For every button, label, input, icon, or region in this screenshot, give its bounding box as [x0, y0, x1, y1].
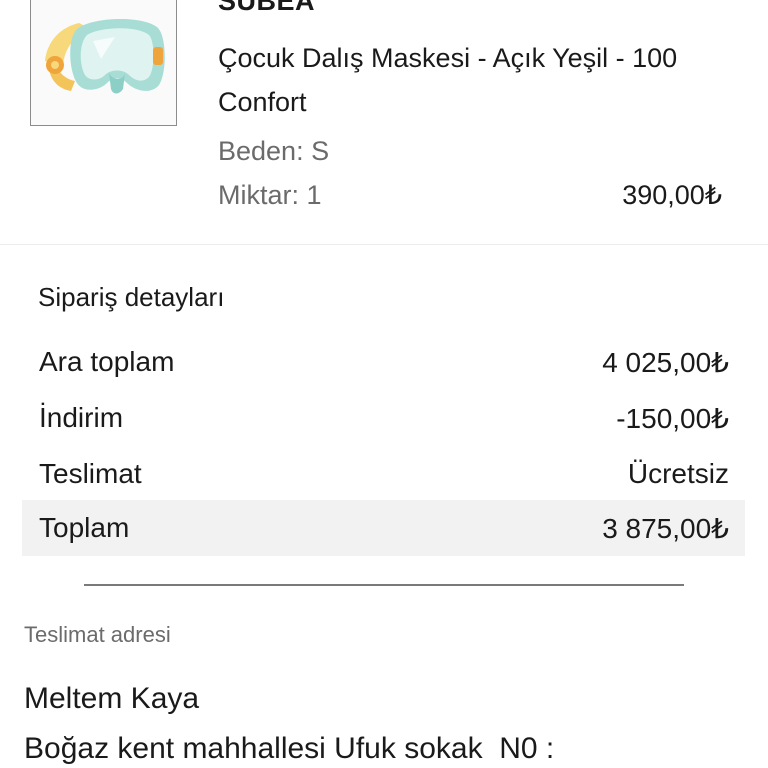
- product-thumbnail[interactable]: [30, 0, 177, 126]
- delivery-row: Teslimat Ücretsiz: [22, 446, 745, 502]
- delivery-value: Ücretsiz: [627, 458, 729, 489]
- diving-mask-image: [45, 18, 165, 94]
- product-price: 390,00₺: [622, 180, 722, 210]
- product-name[interactable]: Çocuk Dalış Maskesi - Açık Yeşil - 100 C…: [218, 36, 748, 124]
- section-divider: [84, 584, 684, 586]
- product-brand: SUBEA: [218, 0, 316, 16]
- product-quantity: Miktar: 1: [218, 180, 322, 210]
- order-summary-page: SUBEA Çocuk Dalış Maskesi - Açık Yeşil -…: [0, 0, 768, 768]
- order-details-title: Sipariş detayları: [38, 282, 225, 312]
- subtotal-label: Ara toplam: [39, 346, 175, 377]
- product-size: Beden: S: [218, 136, 330, 166]
- total-row: Toplam 3 875,00₺: [22, 500, 745, 556]
- total-label: Toplam: [39, 512, 130, 543]
- discount-value: -150,00₺: [616, 403, 729, 434]
- subtotal-value: 4 025,00₺: [602, 347, 729, 378]
- delivery-label: Teslimat: [39, 458, 142, 489]
- shipping-address-title: Teslimat adresi: [24, 622, 171, 647]
- discount-row: İndirim -150,00₺: [22, 390, 745, 446]
- order-item: SUBEA Çocuk Dalış Maskesi - Açık Yeşil -…: [0, 0, 768, 245]
- discount-label: İndirim: [39, 402, 124, 433]
- subtotal-row: Ara toplam 4 025,00₺: [22, 334, 745, 390]
- recipient-name: Meltem Kaya: [24, 682, 200, 715]
- address-line: Boğaz kent mahhallesi Ufuk sokak N0 :: [24, 732, 555, 765]
- total-value: 3 875,00₺: [602, 513, 729, 544]
